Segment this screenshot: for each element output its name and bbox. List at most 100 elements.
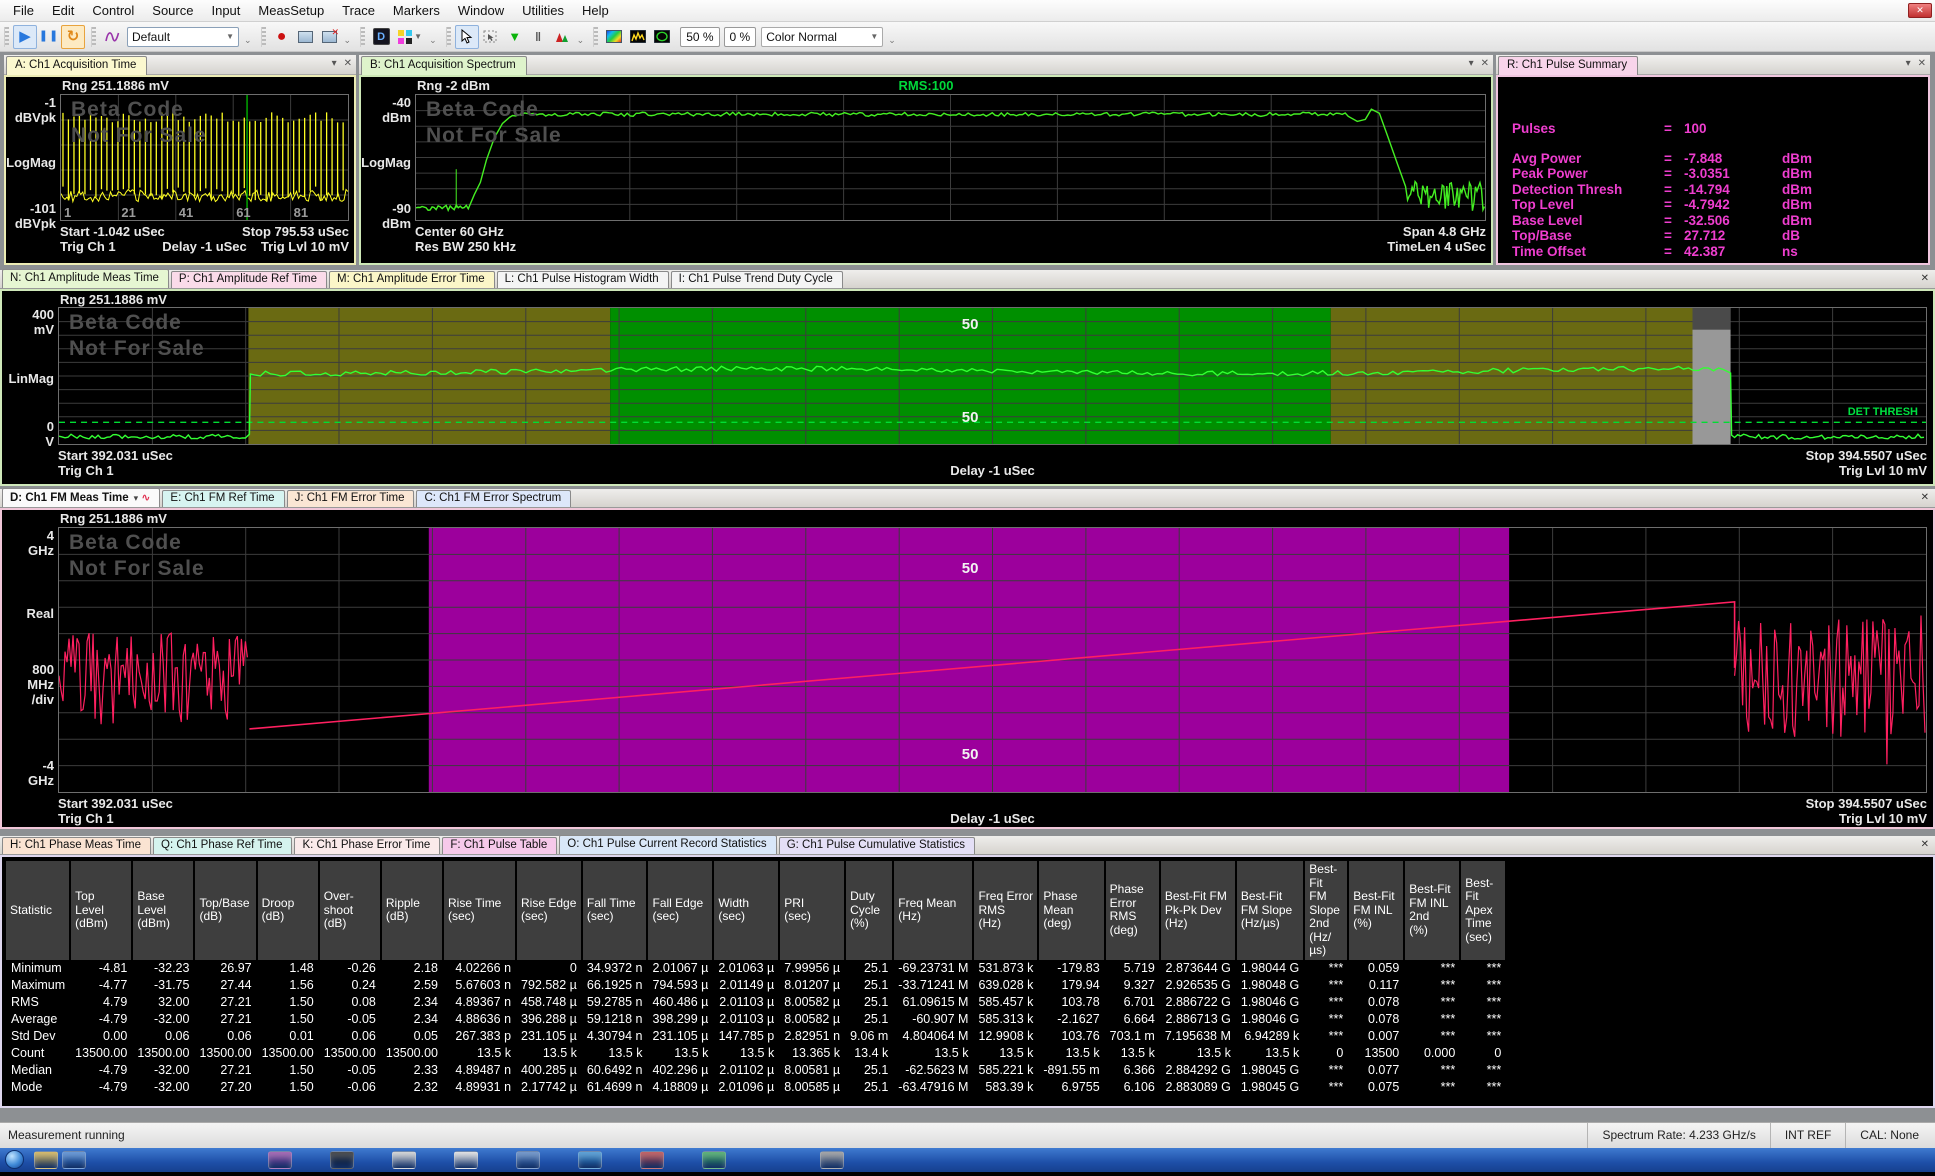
layout-grid-button[interactable]: ▼ (393, 25, 427, 49)
tab-o-ch1-pulse-current-record-statistics[interactable]: O: Ch1 Pulse Current Record Statistics (559, 835, 776, 854)
close-icon[interactable]: ✕ (1918, 58, 1926, 69)
equals-sign: = (1664, 197, 1684, 213)
tab-j-ch1-fm-error-time[interactable]: J: Ch1 FM Error Time (287, 490, 415, 507)
taskbar-button[interactable] (640, 1151, 664, 1169)
spectrum-view-button[interactable] (626, 25, 650, 49)
taskbar-button[interactable] (820, 1151, 844, 1169)
tab-c-ch1-fm-error-spectrum[interactable]: C: Ch1 FM Error Spectrum (416, 490, 571, 507)
tab-g-ch1-pulse-cumulative-statistics[interactable]: G: Ch1 Pulse Cumulative Statistics (779, 837, 975, 854)
recall-recording-button[interactable] (294, 25, 318, 49)
tab-l-ch1-pulse-histogram-width[interactable]: L: Ch1 Pulse Histogram Width (497, 271, 669, 288)
y-axis-format: LogMag (6, 155, 56, 170)
tab-h-ch1-phase-meas-time[interactable]: H: Ch1 Phase Meas Time (2, 837, 151, 854)
tab-p-ch1-amplitude-ref-time[interactable]: P: Ch1 Amplitude Ref Time (171, 271, 327, 288)
pause-button[interactable]: ❚❚ (37, 25, 61, 49)
menu-markers[interactable]: Markers (384, 0, 449, 21)
continuous-restart-button[interactable]: ↻ (61, 25, 85, 49)
stat-cell: 2.34 (381, 1011, 443, 1028)
taskbar-button[interactable] (330, 1151, 354, 1169)
menu-file[interactable]: File (4, 0, 43, 21)
start-button[interactable] (5, 1150, 24, 1169)
tab-i-ch1-pulse-trend-duty-cycle[interactable]: I: Ch1 Pulse Trend Duty Cycle (671, 271, 843, 288)
tab-e-ch1-fm-ref-time[interactable]: E: Ch1 FM Ref Time (162, 490, 284, 507)
close-icon[interactable]: ✕ (1921, 839, 1929, 850)
close-icon[interactable]: ✕ (1481, 58, 1489, 69)
zoom-select-tool-button[interactable] (479, 25, 503, 49)
marker-peaks-button[interactable] (551, 25, 575, 49)
tab-menu-arrow-icon[interactable]: ▾ (134, 493, 139, 503)
y-axis-top-value: -1 (6, 95, 56, 110)
stat-cell: *** (1460, 1079, 1506, 1096)
tab-a-ch1-acquisition-time[interactable]: A: Ch1 Acquisition Time (6, 56, 147, 75)
band-bars-icon: ‖ (535, 30, 542, 44)
menu-trace[interactable]: Trace (333, 0, 384, 21)
toolbar-overflow-icon[interactable]: ⌄ (888, 35, 896, 46)
peak-search-button[interactable]: ▼ (503, 25, 527, 49)
minimize-icon[interactable]: ▾ (332, 58, 337, 69)
taskbar-button[interactable] (702, 1151, 726, 1169)
fm-plot: Beta CodeNot For Sale 50 50 (58, 527, 1927, 793)
stat-cell: 703.1 m (1105, 1028, 1160, 1045)
tab-n-ch1-amplitude-meas-time[interactable]: N: Ch1 Amplitude Meas Time (2, 269, 169, 288)
close-icon[interactable]: ✕ (344, 58, 352, 69)
menu-meassetup[interactable]: MeasSetup (249, 0, 333, 21)
constellation-icon (654, 30, 670, 43)
tab-f-ch1-pulse-table[interactable]: F: Ch1 Pulse Table (442, 837, 557, 854)
tab-label: D: Ch1 FM Meas Time (10, 492, 129, 504)
pointer-tool-button[interactable] (455, 25, 479, 49)
constellation-view-button[interactable] (650, 25, 674, 49)
column-header-best-fit: Best-Fit FM Slope (Hz/µs) (1236, 861, 1304, 960)
tab-d-ch1-fm-meas-time[interactable]: D: Ch1 FM Meas Time▾∿ (2, 488, 160, 507)
amplitude-plot: Beta CodeNot For Sale 50 50 DET THRESH (58, 307, 1927, 445)
close-recording-button[interactable]: ✕ (318, 25, 342, 49)
taskbar-button[interactable] (268, 1151, 292, 1169)
menu-utilities[interactable]: Utilities (513, 0, 573, 21)
band-markers-button[interactable]: ‖ (527, 25, 551, 49)
tab-k-ch1-phase-error-time[interactable]: K: Ch1 Phase Error Time (294, 837, 440, 854)
stat-cell: 5.67603 n (443, 977, 516, 994)
minimize-icon[interactable]: ▾ (1906, 58, 1911, 69)
preset-select[interactable]: Default ▼ (127, 27, 239, 47)
play-button[interactable]: ▶ (13, 25, 37, 49)
start-label: Start 392.031 uSec (58, 796, 173, 811)
taskbar-button[interactable] (34, 1151, 58, 1169)
menu-source[interactable]: Source (143, 0, 202, 21)
menu-edit[interactable]: Edit (43, 0, 83, 21)
x-scale-input[interactable]: 50 % (680, 27, 719, 47)
taskbar-button[interactable] (62, 1151, 86, 1169)
menu-window[interactable]: Window (449, 0, 513, 21)
close-icon[interactable]: ✕ (1921, 492, 1929, 503)
taskbar-button[interactable] (578, 1151, 602, 1169)
y-scale-input[interactable]: 0 % (724, 27, 757, 47)
minimize-icon[interactable]: ▾ (1469, 58, 1474, 69)
stat-cell: -31.75 (132, 977, 194, 994)
record-button[interactable]: ● (270, 25, 294, 49)
summary-value: -32.506 (1684, 213, 1782, 229)
toolbar-overflow-icon[interactable]: ⌄ (344, 35, 352, 46)
window-close-button[interactable]: ✕ (1908, 3, 1932, 18)
menu-control[interactable]: Control (83, 0, 143, 21)
toolbar-overflow-icon[interactable]: ⌄ (429, 35, 437, 46)
taskbar-button[interactable] (454, 1151, 478, 1169)
tab-q-ch1-phase-ref-time[interactable]: Q: Ch1 Phase Ref Time (153, 837, 292, 854)
toolbar-drag-handle (360, 27, 365, 47)
stat-cell: 4.79 (70, 994, 132, 1011)
stop-label: Stop 394.5507 uSec (1806, 448, 1927, 463)
taskbar-button[interactable] (516, 1151, 540, 1169)
toolbar-overflow-icon[interactable]: ⌄ (244, 35, 252, 46)
taskbar-button[interactable] (392, 1151, 416, 1169)
tab-b-ch1-acquisition-spectrum[interactable]: B: Ch1 Acquisition Spectrum (361, 56, 527, 75)
center-freq-label: Center 60 GHz (415, 224, 504, 239)
tab-m-ch1-amplitude-error-time[interactable]: M: Ch1 Amplitude Error Time (329, 271, 495, 288)
spectrogram-view-button[interactable] (602, 25, 626, 49)
close-icon[interactable]: ✕ (1921, 273, 1929, 284)
menu-input[interactable]: Input (202, 0, 249, 21)
tab-r-ch1-pulse-summary[interactable]: R: Ch1 Pulse Summary (1498, 56, 1638, 75)
menu-help[interactable]: Help (573, 0, 618, 21)
y-axis-bottom-unit: dBVpk (6, 216, 56, 231)
toolbar-overflow-icon[interactable]: ⌄ (577, 35, 585, 46)
trigger-button[interactable] (100, 25, 124, 49)
digital-demod-button[interactable]: D (369, 25, 393, 49)
color-mode-select[interactable]: Color Normal ▼ (761, 27, 883, 47)
stat-cell: 27.21 (194, 1011, 256, 1028)
